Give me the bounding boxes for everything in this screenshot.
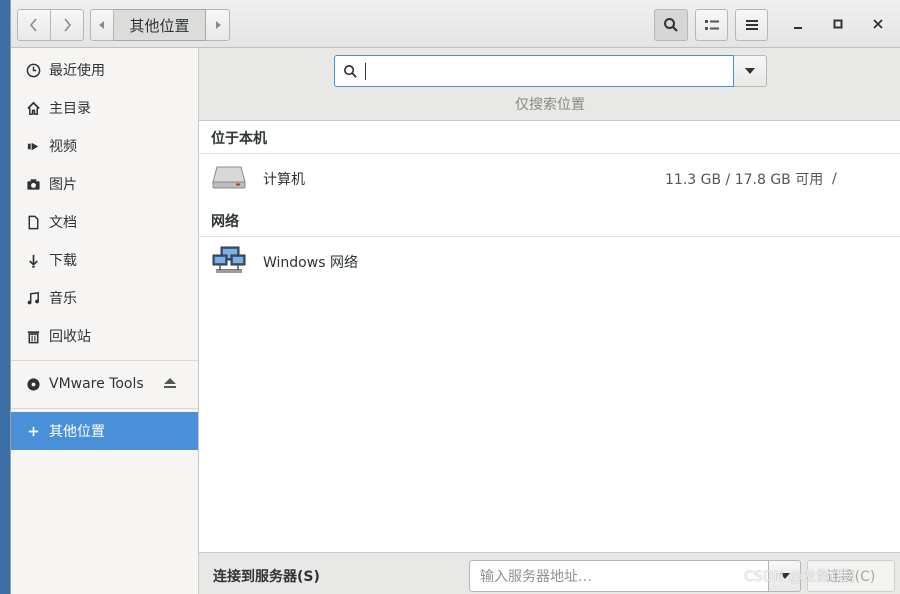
navigation-buttons xyxy=(17,9,84,41)
section-divider xyxy=(199,153,900,154)
chevron-right-icon xyxy=(64,18,72,32)
maximize-icon xyxy=(833,19,843,29)
search-icon xyxy=(664,18,678,32)
search-bar: 仅搜索位置 xyxy=(199,48,900,121)
search-toggle-button[interactable] xyxy=(654,9,688,41)
sidebar-item-label: 视频 xyxy=(49,139,77,155)
main-content: 仅搜索位置 位于本机 计算机 11.3 GB / 17.8 GB 可用 / 网络 xyxy=(199,48,900,594)
sidebar-item-home[interactable]: 主目录 xyxy=(11,89,198,127)
header-bar: 其他位置 xyxy=(11,0,900,48)
clock-icon xyxy=(25,62,41,78)
maximize-button[interactable] xyxy=(828,14,848,34)
sidebar-item-label: 文档 xyxy=(49,215,77,231)
search-hint: 仅搜索位置 xyxy=(515,97,585,113)
document-icon xyxy=(25,214,41,230)
sidebar-item-documents[interactable]: 文档 xyxy=(11,203,198,241)
list-view-icon xyxy=(704,20,719,30)
search-filter-dropdown[interactable] xyxy=(734,55,767,87)
section-title-local: 位于本机 xyxy=(211,131,267,147)
home-icon xyxy=(25,100,41,116)
minimize-button[interactable] xyxy=(788,14,808,34)
sidebar-item-label: 回收站 xyxy=(49,329,91,345)
file-manager-window: 其他位置 最近使用 主目录 视频 图片 文档 下载 音乐 回收站 VMware … xyxy=(10,0,900,594)
sidebar-item-pictures[interactable]: 图片 xyxy=(11,165,198,203)
forward-button[interactable] xyxy=(51,9,84,41)
sidebar-item-other-locations[interactable]: 其他位置 xyxy=(11,412,198,450)
download-icon xyxy=(25,252,41,268)
back-button[interactable] xyxy=(17,9,51,41)
harddisk-icon xyxy=(212,164,246,194)
sidebar-item-label: VMware Tools xyxy=(49,376,144,392)
view-toggle-button[interactable] xyxy=(695,9,728,41)
plus-icon xyxy=(25,423,41,439)
sidebar-item-music[interactable]: 音乐 xyxy=(11,279,198,317)
sidebar: 最近使用 主目录 视频 图片 文档 下载 音乐 回收站 VMware Tools… xyxy=(11,48,199,594)
sidebar-item-vmware-tools[interactable]: VMware Tools xyxy=(11,365,198,403)
chevron-down-icon xyxy=(745,68,755,74)
video-icon xyxy=(25,138,41,154)
eject-icon xyxy=(164,378,176,388)
menu-button[interactable] xyxy=(735,9,768,41)
sidebar-item-label: 其他位置 xyxy=(49,424,105,440)
connect-to-server-label: 连接到服务器(S) xyxy=(213,569,320,585)
triangle-left-icon xyxy=(99,21,104,29)
breadcrumb[interactable]: 其他位置 xyxy=(114,9,206,41)
chevron-left-icon xyxy=(29,18,37,32)
network-icon xyxy=(212,245,246,279)
path-scroll-left-button[interactable] xyxy=(90,9,114,41)
section-divider xyxy=(199,236,900,237)
path-bar: 其他位置 xyxy=(90,9,230,41)
sidebar-separator xyxy=(11,360,198,361)
sidebar-item-label: 下载 xyxy=(49,253,77,269)
watermark: CSDN @龙数(辰) xyxy=(744,569,856,585)
location-mount-path: / xyxy=(832,171,837,187)
text-cursor xyxy=(365,63,366,80)
search-icon xyxy=(343,64,358,83)
camera-icon xyxy=(25,176,41,192)
section-title-network: 网络 xyxy=(211,214,239,230)
trash-icon xyxy=(25,328,41,344)
sidebar-item-downloads[interactable]: 下载 xyxy=(11,241,198,279)
location-name: 计算机 xyxy=(263,172,305,188)
close-button[interactable] xyxy=(868,14,888,34)
location-free-space: 11.3 GB / 17.8 GB 可用 xyxy=(665,172,824,188)
eject-button[interactable] xyxy=(163,376,177,394)
minimize-icon xyxy=(794,27,802,29)
sidebar-item-label: 主目录 xyxy=(49,101,91,117)
server-address-entry[interactable] xyxy=(469,560,769,592)
search-entry[interactable] xyxy=(334,55,734,87)
sidebar-item-recent[interactable]: 最近使用 xyxy=(11,51,198,89)
location-row-windows-network[interactable]: Windows 网络 xyxy=(199,238,900,286)
close-icon xyxy=(873,19,883,29)
sidebar-separator xyxy=(11,408,198,409)
disc-icon xyxy=(25,376,41,392)
location-row-computer[interactable]: 计算机 11.3 GB / 17.8 GB 可用 / xyxy=(199,155,900,203)
hamburger-icon xyxy=(745,20,758,30)
triangle-right-icon xyxy=(215,21,221,29)
sidebar-item-label: 音乐 xyxy=(49,291,77,307)
sidebar-item-label: 最近使用 xyxy=(49,63,105,79)
sidebar-item-trash[interactable]: 回收站 xyxy=(11,317,198,355)
music-icon xyxy=(25,290,41,306)
server-address-input[interactable] xyxy=(478,566,752,588)
path-scroll-right-button[interactable] xyxy=(206,9,230,41)
sidebar-item-videos[interactable]: 视频 xyxy=(11,127,198,165)
sidebar-item-label: 图片 xyxy=(49,177,77,193)
location-name: Windows 网络 xyxy=(263,255,358,271)
search-input[interactable] xyxy=(363,60,727,84)
